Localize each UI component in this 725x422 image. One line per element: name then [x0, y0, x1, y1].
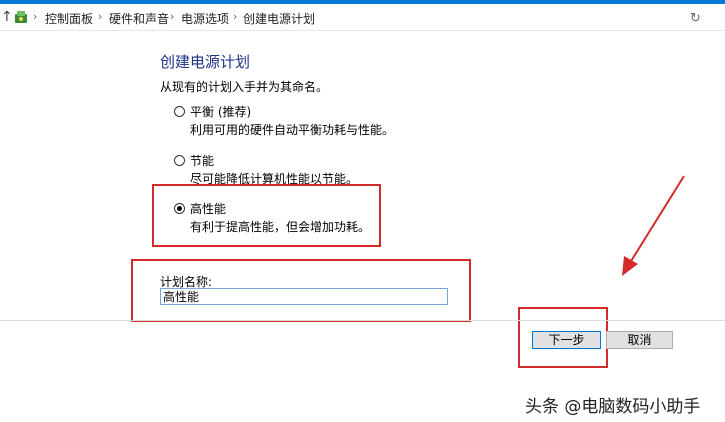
divider: [0, 320, 725, 321]
breadcrumb-separator-icon: ›: [170, 10, 175, 23]
red-arrow-icon: [622, 175, 685, 276]
plan-name-input[interactable]: [160, 288, 448, 305]
up-arrow-icon[interactable]: ↑: [1, 9, 13, 25]
radio-power-saver[interactable]: [174, 155, 185, 166]
breadcrumb-hardware-sound[interactable]: 硬件和声音: [109, 10, 169, 27]
breadcrumb-separator-icon: ›: [233, 10, 238, 23]
breadcrumb-create-plan[interactable]: 创建电源计划: [243, 10, 315, 27]
page-subtitle: 从现有的计划入手并为其命名。: [160, 80, 329, 94]
radio-balanced[interactable]: [174, 106, 185, 117]
breadcrumb-separator-icon: ›: [98, 10, 103, 23]
highlight-box-option: [152, 184, 381, 247]
breadcrumb-control-panel[interactable]: 控制面板: [45, 10, 93, 27]
option-balanced-label[interactable]: 平衡 (推荐): [190, 103, 251, 120]
next-button[interactable]: 下一步: [532, 331, 601, 349]
control-panel-icon: [15, 11, 27, 23]
breadcrumb-separator-icon: ›: [33, 10, 38, 23]
watermark: 头条 @电脑数码小助手: [525, 397, 701, 417]
cancel-button[interactable]: 取消: [606, 331, 673, 349]
option-power-saver-label[interactable]: 节能: [190, 152, 214, 169]
refresh-icon[interactable]: ↻: [690, 11, 701, 26]
page-title: 创建电源计划: [160, 53, 251, 71]
option-balanced-desc: 利用可用的硬件自动平衡功耗与性能。: [190, 123, 395, 137]
breadcrumb-power-options[interactable]: 电源选项: [181, 10, 229, 27]
address-bar: ↑ › 控制面板 › 硬件和声音 › 电源选项 › 创建电源计划 ↻: [0, 4, 725, 31]
